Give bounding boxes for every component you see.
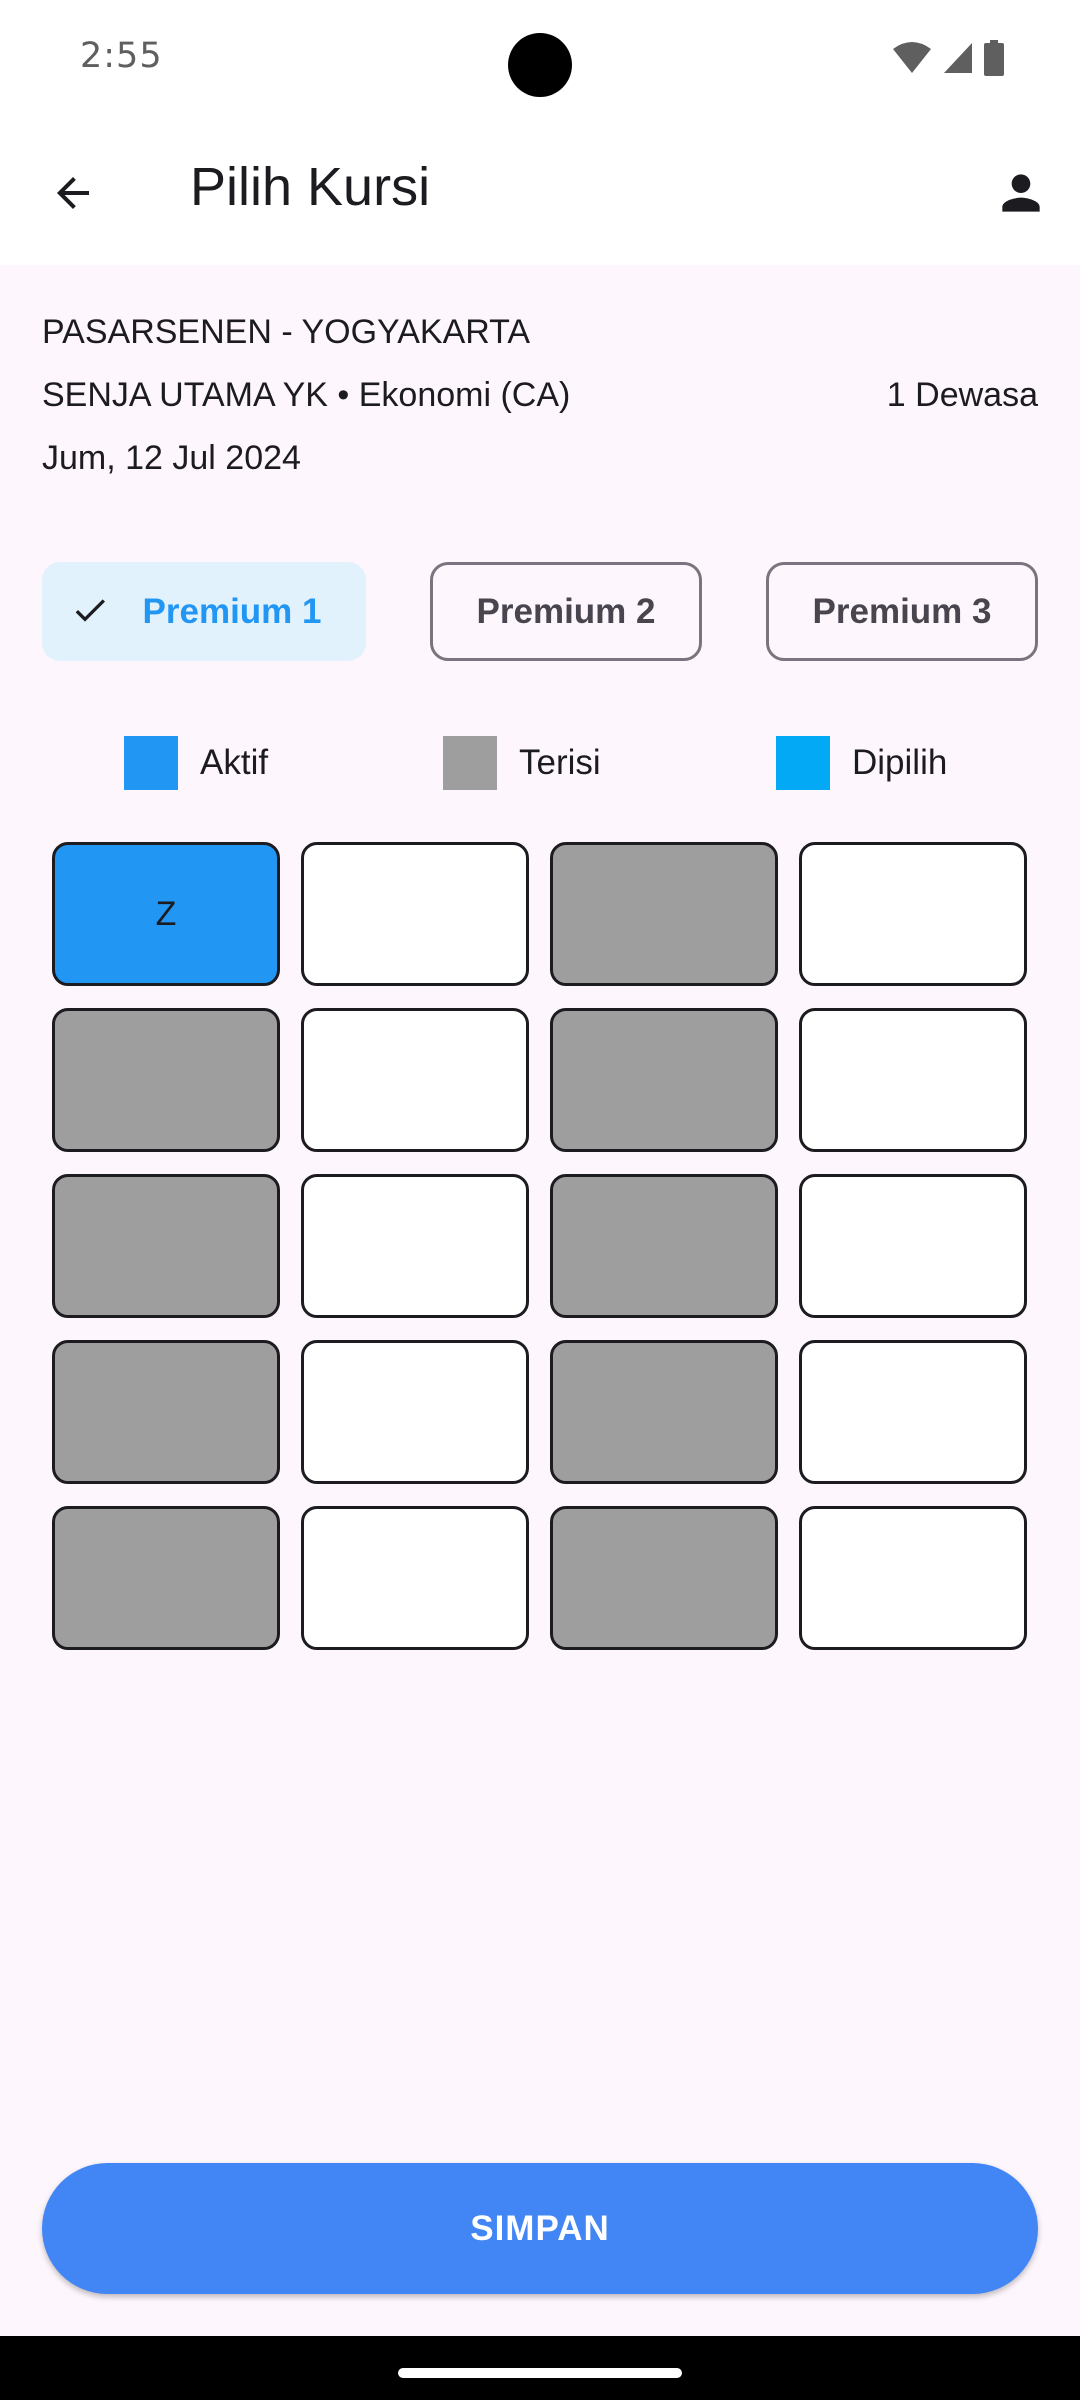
seat-available[interactable] bbox=[301, 842, 529, 986]
legend-swatch-dipilih bbox=[776, 736, 830, 790]
seat-available[interactable] bbox=[301, 1008, 529, 1152]
status-bar: 2:55 bbox=[0, 0, 1080, 120]
seat-grid: Z bbox=[52, 842, 1027, 1650]
legend-aktif: Aktif bbox=[124, 736, 268, 790]
seat-available[interactable] bbox=[799, 1506, 1027, 1650]
class-chip-premium-1[interactable]: Premium 1 bbox=[42, 562, 366, 661]
seat-available[interactable] bbox=[799, 1174, 1027, 1318]
seat-available[interactable] bbox=[301, 1174, 529, 1318]
legend-terisi: Terisi bbox=[443, 736, 601, 790]
seat-filled bbox=[52, 1008, 280, 1152]
arrow-back-icon bbox=[57, 177, 89, 209]
seat-filled bbox=[550, 1008, 778, 1152]
seat-available[interactable] bbox=[799, 1008, 1027, 1152]
seat-filled bbox=[52, 1340, 280, 1484]
seat-available[interactable] bbox=[301, 1340, 529, 1484]
camera-cutout bbox=[508, 33, 572, 97]
person-icon bbox=[1002, 174, 1040, 212]
seat-filled bbox=[52, 1506, 280, 1650]
seat-available[interactable] bbox=[301, 1506, 529, 1650]
trip-train-line: SENJA UTAMA YK • Ekonomi (CA) 1 Dewasa bbox=[42, 373, 1038, 436]
seat-filled bbox=[550, 1340, 778, 1484]
status-time: 2:55 bbox=[80, 36, 163, 76]
trip-info: PASARSENEN - YOGYAKARTA SENJA UTAMA YK •… bbox=[42, 310, 1038, 499]
profile-button[interactable] bbox=[976, 148, 1066, 238]
legend-label: Terisi bbox=[519, 743, 601, 782]
trip-date-line: Jum, 12 Jul 2024 bbox=[42, 436, 1038, 499]
check-icon bbox=[75, 599, 105, 622]
class-chip-premium-3[interactable]: Premium 3 bbox=[766, 562, 1038, 661]
class-chip-label: Premium 1 bbox=[142, 591, 322, 631]
save-button[interactable]: SIMPAN bbox=[42, 2163, 1038, 2294]
class-chip-label: Premium 3 bbox=[812, 591, 992, 631]
legend-label: Dipilih bbox=[852, 743, 948, 782]
seat-available[interactable] bbox=[799, 842, 1027, 986]
legend-swatch-aktif bbox=[124, 736, 178, 790]
seat-active[interactable]: Z bbox=[52, 842, 280, 986]
legend-swatch-terisi bbox=[443, 736, 497, 790]
trip-route: PASARSENEN - YOGYAKARTA bbox=[42, 313, 531, 351]
back-button[interactable] bbox=[28, 153, 118, 233]
home-gesture-handle[interactable] bbox=[398, 2368, 682, 2378]
seat-filled bbox=[52, 1174, 280, 1318]
signal-icon bbox=[944, 43, 972, 73]
legend-label: Aktif bbox=[200, 743, 269, 782]
navigation-bar bbox=[0, 2336, 1080, 2400]
page-title: Pilih Kursi bbox=[190, 157, 431, 217]
class-chip-premium-2[interactable]: Premium 2 bbox=[430, 562, 702, 661]
status-icons bbox=[892, 40, 1004, 76]
seat-filled bbox=[550, 1506, 778, 1650]
wifi-icon bbox=[893, 42, 931, 73]
trip-route-line: PASARSENEN - YOGYAKARTA bbox=[42, 310, 1038, 373]
trip-train: SENJA UTAMA YK • Ekonomi (CA) bbox=[42, 376, 571, 414]
legend-dipilih: Dipilih bbox=[776, 736, 947, 790]
seat-available[interactable] bbox=[799, 1340, 1027, 1484]
seat-filled bbox=[550, 1174, 778, 1318]
app-bar: Pilih Kursi bbox=[0, 120, 1080, 265]
seat-filled bbox=[550, 842, 778, 986]
battery-icon bbox=[984, 40, 1004, 76]
class-chip-label: Premium 2 bbox=[476, 591, 656, 631]
seat-selection-screen: 2:55 Pilih Kursi PASARSENEN - YOGYAKARTA… bbox=[0, 0, 1080, 2400]
trip-date: Jum, 12 Jul 2024 bbox=[42, 439, 301, 477]
passenger-count: 1 Dewasa bbox=[886, 376, 1038, 414]
